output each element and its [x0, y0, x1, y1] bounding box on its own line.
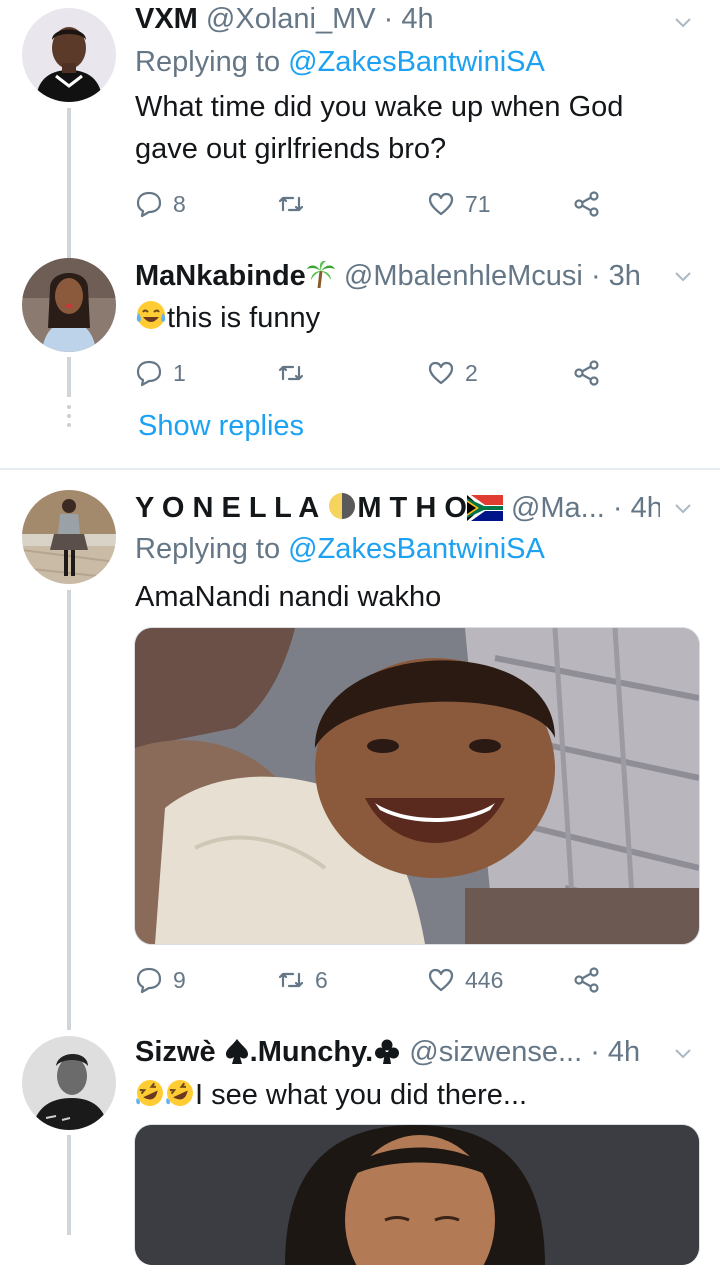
tweet-actions: 8 71	[135, 187, 605, 221]
reply-button[interactable]: 8	[135, 187, 186, 221]
user-handle[interactable]: @Xolani_MV	[206, 3, 376, 35]
thread-more-dots	[66, 405, 72, 435]
share-icon	[573, 359, 601, 387]
mention-link[interactable]: @ZakesBantwiniSA	[288, 533, 545, 565]
display-name-part[interactable]: Sizwè	[135, 1036, 216, 1068]
user-handle[interactable]: @Ma...	[511, 492, 605, 524]
reply-count: 1	[173, 359, 186, 386]
timestamp[interactable]: · 4h	[384, 3, 434, 35]
share-button[interactable]	[573, 356, 601, 390]
speech-bubble-icon	[135, 966, 163, 994]
tweet-actions: 9 6 446	[135, 963, 605, 997]
tweet-header: Y O N E L L A M T H O @Ma... · 4h	[135, 491, 660, 529]
rolling-on-floor-laughing-icon	[165, 1078, 195, 1120]
chevron-down-icon[interactable]	[674, 14, 692, 32]
tears-of-joy-icon	[135, 299, 167, 343]
thread-line	[67, 590, 71, 1030]
reply-count: 9	[173, 966, 186, 993]
user-handle[interactable]: @MbalenhleMcusi	[344, 260, 583, 292]
tweet-header: VXM @Xolani_MV · 4h	[135, 3, 660, 36]
speech-bubble-icon	[135, 359, 163, 387]
retweet-icon	[277, 966, 305, 994]
tweet-text: What time did you wake up when God gave …	[135, 86, 655, 170]
display-name[interactable]: VXM	[135, 3, 198, 35]
retweet-icon	[277, 190, 305, 218]
retweet-button[interactable]	[277, 356, 315, 390]
like-button[interactable]: 71	[427, 187, 491, 221]
tweet-actions: 1 2	[135, 356, 605, 390]
tweet-text-line: What time did you wake up when God	[135, 91, 624, 123]
share-icon	[573, 966, 601, 994]
timestamp[interactable]: · 4h	[613, 492, 660, 524]
tweet-header: Sizwè .Munchy. @sizwense... · 4h	[135, 1036, 660, 1073]
display-name-part[interactable]: .Munchy.	[250, 1036, 374, 1068]
speech-bubble-icon	[135, 190, 163, 218]
tweet-image[interactable]	[134, 627, 700, 945]
display-name[interactable]: MaNkabinde	[135, 260, 306, 292]
replying-prefix: Replying to	[135, 533, 281, 565]
heart-icon	[427, 190, 455, 218]
thread-line	[67, 108, 71, 258]
like-count: 2	[465, 359, 478, 386]
share-icon	[573, 190, 601, 218]
tweet-text-line: gave out girlfriends bro?	[135, 133, 447, 165]
rolling-on-floor-laughing-icon	[135, 1078, 165, 1120]
replying-to: Replying to @ZakesBantwiniSA	[135, 46, 545, 79]
share-button[interactable]	[573, 963, 601, 997]
retweet-button[interactable]: 6	[277, 963, 328, 997]
tweet-image[interactable]	[134, 1124, 700, 1265]
chevron-down-icon[interactable]	[674, 500, 692, 518]
tweet-text: AmaNandi nandi wakho	[135, 576, 655, 618]
tweet-text-body: I see what you did there...	[195, 1079, 528, 1111]
palm-tree-icon	[306, 259, 336, 297]
retweet-button[interactable]	[277, 187, 315, 221]
thread-line	[67, 357, 71, 397]
chevron-down-icon[interactable]	[674, 1045, 692, 1063]
replying-prefix: Replying to	[135, 46, 281, 78]
south-africa-flag-icon	[466, 495, 503, 529]
heart-icon	[427, 966, 455, 994]
timestamp[interactable]: · 4h	[590, 1036, 640, 1068]
tweet-header: MaNkabinde @MbalenhleMcusi · 3h	[135, 259, 660, 297]
reply-count: 8	[173, 190, 186, 217]
avatar[interactable]	[22, 1036, 116, 1130]
last-quarter-moon-icon	[327, 491, 357, 529]
replying-to: Replying to @ZakesBantwiniSA	[135, 533, 545, 566]
reply-button[interactable]: 1	[135, 356, 186, 390]
tweet-text: this is funny	[135, 297, 655, 343]
retweet-icon	[277, 359, 305, 387]
show-replies-link[interactable]: Show replies	[138, 410, 304, 443]
user-handle[interactable]: @sizwense...	[409, 1036, 582, 1068]
timestamp[interactable]: · 3h	[591, 260, 641, 292]
avatar[interactable]	[22, 8, 116, 102]
chevron-down-icon[interactable]	[674, 268, 692, 286]
retweet-count: 6	[315, 966, 328, 993]
mention-link[interactable]: @ZakesBantwiniSA	[288, 46, 545, 78]
avatar[interactable]	[22, 258, 116, 352]
reply-button[interactable]: 9	[135, 963, 186, 997]
thread-line	[67, 1135, 71, 1235]
display-name-part[interactable]: Y O N E L L A	[135, 492, 319, 524]
avatar[interactable]	[22, 490, 116, 584]
spade-icon	[224, 1037, 250, 1073]
tweet-text-body: AmaNandi nandi wakho	[135, 581, 442, 613]
like-button[interactable]: 2	[427, 356, 478, 390]
tweet-text-body: this is funny	[167, 302, 321, 334]
heart-icon	[427, 359, 455, 387]
display-name-part[interactable]: M T H O	[357, 492, 467, 524]
divider	[0, 468, 720, 470]
like-count: 446	[465, 966, 504, 993]
share-button[interactable]	[573, 187, 601, 221]
club-icon	[373, 1037, 401, 1073]
like-button[interactable]: 446	[427, 963, 503, 997]
tweet-text: I see what you did there...	[135, 1074, 655, 1120]
like-count: 71	[465, 190, 491, 217]
